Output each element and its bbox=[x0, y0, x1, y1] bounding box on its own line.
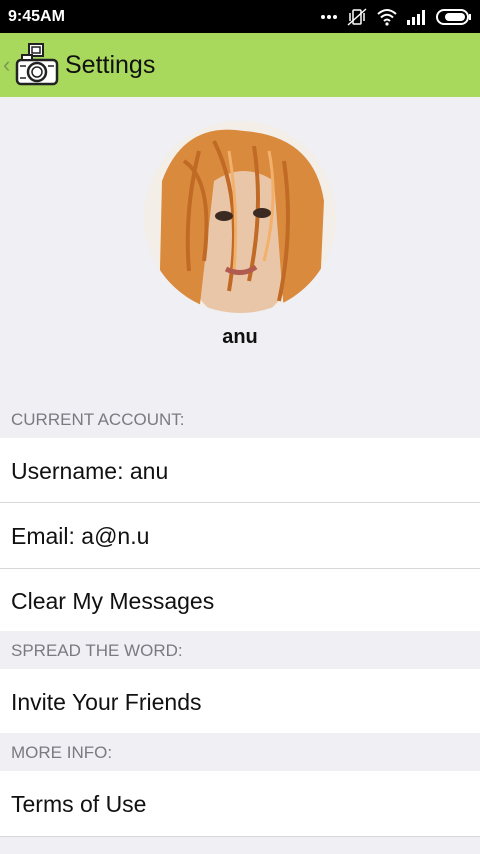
terms-of-use-row[interactable]: Terms of Use bbox=[0, 771, 480, 836]
email-label: Email: a@n.u bbox=[11, 523, 150, 549]
status-icons bbox=[320, 6, 472, 28]
email-row[interactable]: Email: a@n.u bbox=[0, 503, 480, 568]
clear-messages-label: Clear My Messages bbox=[11, 588, 215, 614]
page-title: Settings bbox=[65, 51, 156, 79]
section-header-spread-the-word: SPREAD THE WORD: bbox=[11, 641, 183, 660]
wifi-icon bbox=[377, 9, 397, 26]
more-dots-icon bbox=[321, 15, 337, 19]
section-header-current-account: CURRENT ACCOUNT: bbox=[11, 410, 185, 429]
signal-icon bbox=[407, 10, 425, 25]
clear-messages-row[interactable]: Clear My Messages bbox=[0, 569, 480, 631]
profile-photo bbox=[144, 121, 336, 313]
camera-logo-icon[interactable] bbox=[14, 42, 60, 88]
profile-name: anu bbox=[222, 326, 258, 348]
username-label: Username: anu bbox=[11, 458, 169, 484]
avatar[interactable] bbox=[144, 121, 336, 313]
invite-friends-label: Invite Your Friends bbox=[11, 689, 202, 715]
invite-friends-row[interactable]: Invite Your Friends bbox=[0, 669, 480, 733]
status-time: 9:45AM bbox=[8, 8, 65, 25]
terms-of-use-label: Terms of Use bbox=[11, 791, 147, 817]
mute-vibrate-icon bbox=[347, 8, 367, 26]
battery-icon bbox=[436, 9, 471, 25]
username-row[interactable]: Username: anu bbox=[0, 438, 480, 502]
app-bar: ‹ Settings bbox=[0, 33, 480, 97]
divider bbox=[0, 836, 480, 837]
section-header-more-info: MORE INFO: bbox=[11, 743, 113, 762]
status-bar: 9:45AM bbox=[0, 0, 480, 33]
chevron-left-icon[interactable]: ‹ bbox=[3, 53, 10, 77]
